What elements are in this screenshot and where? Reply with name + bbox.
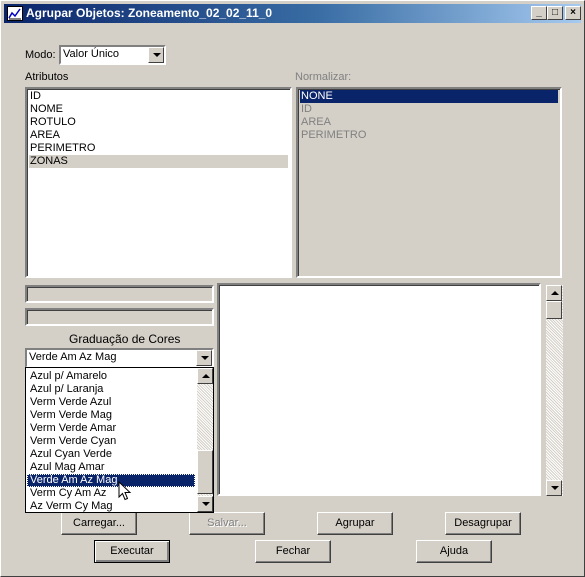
agrupar-button[interactable]: Agrupar — [317, 512, 393, 535]
minimize-icon: _ — [536, 7, 542, 18]
list-item[interactable]: PERIMETRO — [300, 129, 366, 142]
dropdown-option[interactable]: Azul Cyan Verde — [27, 448, 195, 461]
dropdown-option[interactable]: Az Verm Cy Mag — [27, 500, 195, 513]
list-item[interactable]: ID — [29, 90, 41, 103]
atributos-label: Atributos — [25, 71, 69, 83]
chevron-down-icon — [153, 53, 161, 57]
atributos-list[interactable]: ID NOME ROTULO AREA PERIMETRO ZONAS — [25, 87, 292, 278]
classes-list[interactable] — [217, 283, 541, 496]
scroll-up-icon — [202, 374, 210, 378]
scroll-down-icon — [202, 502, 210, 506]
salvar-button[interactable]: Salvar... — [189, 512, 265, 535]
close-icon: × — [570, 7, 576, 18]
executar-button[interactable]: Executar — [94, 540, 170, 563]
classes-scrollbar[interactable] — [546, 285, 563, 496]
title-bar[interactable]: Agrupar Objetos: Zoneamento_02_02_11_0 _… — [4, 4, 581, 23]
list-item-selected[interactable]: ZONAS — [29, 155, 288, 168]
list-item[interactable]: ID — [300, 103, 312, 116]
app-icon — [7, 6, 23, 21]
modo-value: Valor Único — [63, 48, 120, 60]
scroll-up-button[interactable] — [546, 285, 562, 301]
list-item[interactable]: NOME — [29, 103, 63, 116]
dropdown-option[interactable]: Verm Verde Cyan — [27, 435, 195, 448]
dropdown-scroll-down-button[interactable] — [197, 496, 213, 512]
desagrupar-button[interactable]: Desagrupar — [445, 512, 521, 535]
graduacao-label: Graduação de Cores — [69, 332, 181, 346]
maximize-icon: □ — [551, 7, 559, 18]
list-item[interactable]: PERIMETRO — [29, 142, 95, 155]
dialog-window: Agrupar Objetos: Zoneamento_02_02_11_0 _… — [0, 0, 585, 577]
info-field-1 — [25, 285, 214, 303]
dropdown-option[interactable]: Verm Cy Am Az — [27, 487, 195, 500]
carregar-button[interactable]: Carregar... — [61, 512, 137, 535]
scroll-down-icon — [551, 486, 559, 490]
fechar-button[interactable]: Fechar — [255, 540, 331, 563]
chevron-down-icon — [201, 356, 209, 360]
list-item[interactable]: AREA — [300, 116, 331, 129]
dropdown-option-highlighted[interactable]: Verde Am Az Mag — [27, 474, 195, 487]
modo-label: Modo: — [25, 49, 56, 61]
graduacao-select[interactable]: Verde Am Az Mag — [25, 348, 214, 368]
dropdown-scroll-up-button[interactable] — [197, 368, 213, 384]
scroll-down-button[interactable] — [546, 480, 562, 496]
scroll-thumb[interactable] — [546, 301, 562, 319]
modo-dropdown-button[interactable] — [148, 47, 164, 63]
ajuda-button[interactable]: Ajuda — [416, 540, 492, 563]
dropdown-scroll-thumb[interactable] — [197, 450, 213, 494]
dropdown-option[interactable]: Azul p/ Laranja — [27, 383, 195, 396]
normalizar-list[interactable]: NONE ID AREA PERIMETRO — [296, 87, 562, 278]
list-item[interactable]: AREA — [29, 129, 60, 142]
dropdown-option[interactable]: Verm Verde Azul — [27, 396, 195, 409]
mouse-pointer-icon — [118, 481, 132, 501]
list-item-selected[interactable]: NONE — [300, 90, 558, 103]
scroll-up-icon — [551, 291, 559, 295]
dropdown-option[interactable]: Azul p/ Amarelo — [27, 370, 195, 383]
minimize-button[interactable]: _ — [531, 6, 547, 20]
maximize-button[interactable]: □ — [547, 6, 563, 20]
dropdown-option[interactable]: Azul Mag Amar — [27, 461, 195, 474]
modo-select[interactable]: Valor Único — [59, 45, 166, 65]
dropdown-option[interactable]: Verm Verde Amar — [27, 422, 195, 435]
list-item[interactable]: ROTULO — [29, 116, 76, 129]
graduacao-value: Verde Am Az Mag — [29, 351, 117, 363]
window-title: Agrupar Objetos: Zoneamento_02_02_11_0 — [26, 6, 273, 20]
info-field-2 — [25, 308, 214, 326]
close-button[interactable]: × — [565, 6, 581, 20]
graduacao-dropdown-button[interactable] — [196, 350, 212, 366]
dropdown-scrollbar[interactable] — [197, 368, 213, 512]
normalizar-label: Normalizar: — [295, 71, 352, 83]
dropdown-option[interactable]: Verm Verde Mag — [27, 409, 195, 422]
